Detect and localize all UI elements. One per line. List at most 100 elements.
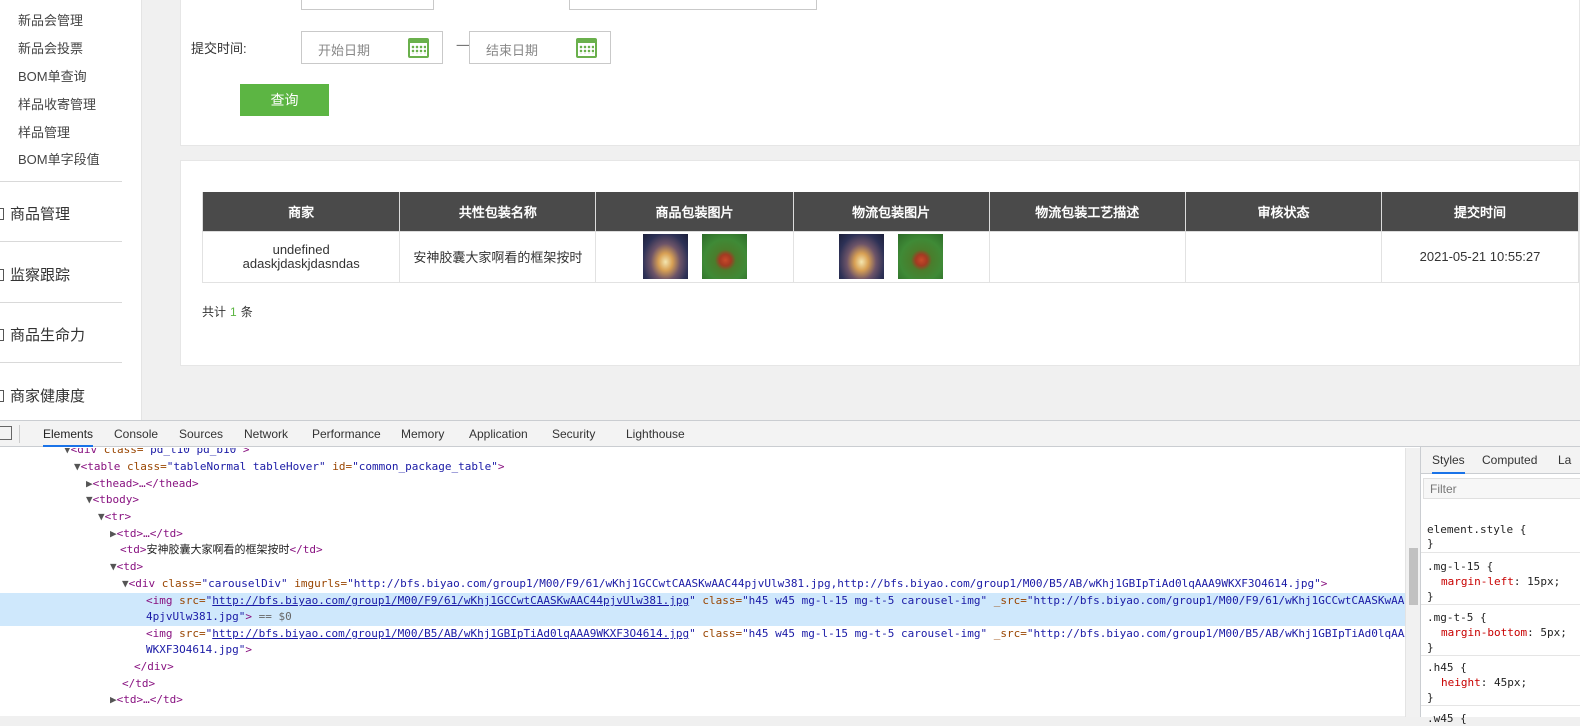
tab-sources[interactable]: Sources [179, 421, 223, 447]
dom-node-table[interactable]: ▼<table class="tableNormal tableHover" i… [0, 459, 1405, 476]
dom-attr-value: "tableNormal tableHover" [166, 460, 326, 473]
collapse-triangle-icon[interactable]: ▼ [122, 577, 129, 590]
collapse-triangle-icon[interactable]: ▼ [110, 560, 117, 573]
collapse-triangle-icon[interactable]: ▼ [86, 493, 93, 506]
sidebar-item-bom-field-values[interactable]: BOM单字段值 [18, 149, 100, 168]
cell-logistics-images [792, 230, 990, 283]
elements-tree[interactable]: ▼<div class="pd_t10 pd_b10"> ▼<table cla… [0, 448, 1405, 717]
tab-computed[interactable]: Computed [1482, 447, 1537, 474]
divider [0, 362, 122, 363]
sidebar-item-bom-query[interactable]: BOM单查询 [18, 66, 87, 85]
collapse-triangle-icon[interactable]: ▼ [74, 460, 81, 473]
devtools-tab-bar: Elements Console Sources Network Perform… [0, 421, 1580, 447]
product-image-sunset[interactable] [642, 234, 688, 279]
dom-node-td[interactable]: <td>安神胶囊大家啊看的框架按时</td> [0, 542, 1405, 559]
scrollbar-thumb[interactable] [1409, 548, 1418, 605]
dom-node-img-selected[interactable]: <img src= "http://bfs.biyao.com/group1/M0… [0, 593, 1405, 610]
expand-triangle-icon[interactable]: ▶ [110, 693, 117, 706]
search-field-top-left[interactable] [301, 0, 434, 10]
expand-triangle-icon[interactable]: ▶ [86, 477, 93, 490]
logistics-image-sunset[interactable] [839, 234, 885, 279]
dom-attr-name: src= [172, 594, 206, 607]
rule-declaration[interactable]: margin-bottom: 5px; [1441, 625, 1567, 640]
end-date-input[interactable]: 结束日期 [469, 31, 611, 64]
divider [0, 302, 122, 303]
total-prefix: 共计 [202, 305, 227, 319]
merchant-line-2: adaskjdaskjdasndas [242, 255, 360, 271]
tab-security[interactable]: Security [552, 421, 595, 447]
tab-lighthouse[interactable]: Lighthouse [626, 421, 685, 447]
dom-node-tbody[interactable]: ▼<tbody> [0, 492, 1405, 509]
dom-node-td[interactable]: ▶<td>…</td> [0, 692, 1405, 709]
dom-selected-marker: == $0 [251, 610, 292, 623]
tab-layout[interactable]: La [1558, 447, 1571, 474]
dom-tag-end: > [245, 643, 252, 656]
dom-node-div[interactable]: ▼<div class="pd_t10 pd_b10"> [0, 448, 1405, 459]
rule-declaration[interactable]: height: 45px; [1441, 675, 1527, 690]
dom-tag: <td> [120, 543, 147, 556]
search-field-top-right[interactable] [569, 0, 817, 10]
dom-quote: " [689, 627, 696, 640]
dom-link[interactable]: http://bfs.biyao.com/group1/M00/B5/AB/wK… [212, 627, 689, 640]
cell-process-desc [988, 230, 1186, 283]
dom-node-td-close[interactable]: </td> [0, 676, 1405, 693]
dom-tag: <div [128, 577, 156, 590]
collapse-triangle-icon[interactable]: ▼ [64, 448, 71, 456]
tab-elements[interactable]: Elements [43, 421, 94, 447]
styles-filter-input[interactable]: Filter [1423, 478, 1580, 499]
tab-performance[interactable]: Performance [312, 421, 381, 447]
device-toolbar-icon[interactable] [0, 426, 12, 440]
tab-memory[interactable]: Memory [401, 421, 444, 447]
rule-selector: .mg-t-5 { [1427, 611, 1487, 624]
rule-selector: .w45 { [1427, 712, 1467, 725]
dom-node-carousel-div[interactable]: ▼<div class="carouselDiv" imgurls="http:… [0, 576, 1405, 593]
table-row[interactable]: undefined adaskjdaskjdasndas 安神胶囊大家啊看的框架… [201, 230, 1579, 283]
dom-node-div-close[interactable]: </div> [0, 659, 1405, 676]
tab-console[interactable]: Console [114, 421, 158, 447]
sidebar-item-sample-shipping[interactable]: 样品收寄管理 [18, 94, 96, 113]
dom-node-td[interactable]: ▼<td> [0, 559, 1405, 576]
sidebar-item-new-product-vote[interactable]: 新品会投票 [18, 38, 83, 57]
divider [19, 425, 20, 443]
tab-network[interactable]: Network [244, 421, 288, 447]
calendar-icon[interactable] [576, 38, 597, 58]
query-button[interactable]: 查询 [240, 84, 329, 116]
column-header-process-desc[interactable]: 物流包装工艺描述 [988, 192, 1186, 232]
dom-node-td[interactable]: ▶<td>…</td> [0, 526, 1405, 543]
product-image-plant[interactable] [701, 234, 747, 279]
sidebar-item-merchant-health[interactable]: 商家健康度 [0, 385, 85, 406]
column-header-package-name[interactable]: 共性包装名称 [399, 192, 597, 232]
dom-node-img-selected-cont[interactable]: 4pjvUlw381.jpg"> == $0 [0, 609, 1405, 626]
dom-link[interactable]: http://bfs.biyao.com/group1/M00/F9/61/wK… [212, 594, 689, 607]
css-property: height [1441, 676, 1481, 689]
sidebar-item-product-management[interactable]: 商品管理 [0, 203, 70, 224]
dom-tag-end: > [242, 448, 250, 456]
sidebar-item-monitoring[interactable]: 监察跟踪 [0, 264, 70, 285]
logistics-image-plant[interactable] [898, 234, 944, 279]
rule-declaration[interactable]: margin-left: 15px; [1441, 574, 1560, 589]
sidebar-item-sample-management[interactable]: 样品管理 [18, 122, 70, 141]
column-header-review-status[interactable]: 审核状态 [1184, 192, 1383, 232]
column-header-logistics-images[interactable]: 物流包装图片 [792, 192, 990, 232]
dom-node-img[interactable]: <img src= "http://bfs.biyao.com/group1/M0… [0, 626, 1405, 643]
calendar-icon[interactable] [408, 38, 429, 58]
expand-triangle-icon[interactable]: ▶ [110, 527, 117, 540]
start-date-input[interactable]: 开始日期 [301, 31, 443, 64]
column-header-merchant[interactable]: 商家 [201, 192, 401, 232]
collapse-triangle-icon[interactable]: ▼ [98, 510, 105, 523]
total-suffix: 条 [240, 305, 253, 319]
dom-node-thead[interactable]: ▶<thead>…</thead> [0, 476, 1405, 493]
dom-tag-end: > [245, 610, 252, 623]
dom-tag: </div> [134, 660, 174, 673]
tab-styles[interactable]: Styles [1432, 447, 1465, 474]
tab-application[interactable]: Application [469, 421, 528, 447]
column-header-product-images[interactable]: 商品包装图片 [595, 192, 794, 232]
column-header-submit-time[interactable]: 提交时间 [1381, 192, 1579, 232]
sidebar-item-product-vitality[interactable]: 商品生命力 [0, 324, 85, 345]
sidebar-item-label: 商家健康度 [10, 388, 86, 405]
sidebar-item-new-product-meeting[interactable]: 新品会管理 [18, 10, 83, 29]
elements-scrollbar[interactable] [1405, 448, 1420, 717]
dom-tag: <td>…</td> [116, 527, 183, 540]
dom-node-tr[interactable]: ▼<tr> [0, 509, 1405, 526]
dom-node-img-cont[interactable]: WKXF3O4614.jpg"> [0, 642, 1405, 659]
